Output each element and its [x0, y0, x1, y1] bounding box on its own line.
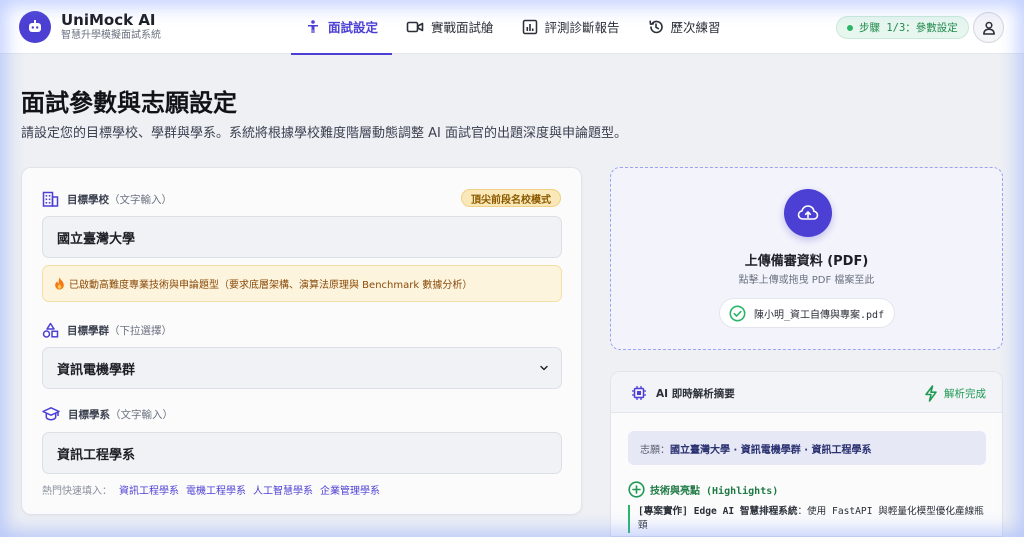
school-input-value: 國立臺灣大學	[57, 231, 136, 247]
graduation-cap-icon	[42, 407, 60, 421]
tab-label: 歷次練習	[670, 20, 721, 35]
step-status-badge: 步驟 1/3：參數設定	[836, 16, 969, 39]
tab-label: 評測診斷報告	[544, 20, 620, 35]
cpu-icon	[632, 386, 646, 400]
quick-pick-link[interactable]: 電機工程學系	[186, 482, 246, 497]
department-field-label: 目標學系 （文字輸入）	[42, 406, 173, 422]
group-select[interactable]: 資訊電機學群	[42, 347, 562, 389]
highlights-title: 技術與亮點 (Highlights)	[628, 481, 778, 498]
department-input-value: 資訊工程學系	[57, 447, 136, 463]
highlight-item: [專案實作] Edge AI 智慧排程系統：使用 FastAPI 與輕量化模型優…	[628, 505, 988, 533]
ai-summary-card: AI 即時解析摘要 解析完成 志願： 國立臺灣大學 · 資訊電機學群 · 資訊工…	[610, 371, 1003, 537]
brand-tagline: 智慧升學模擬面試系統	[61, 30, 161, 41]
elite-mode-badge: 頂尖前段名校模式	[461, 189, 561, 207]
chart-icon	[522, 19, 537, 34]
upload-subtitle: 點擊上傳或拖曳 PDF 檔案至此	[738, 275, 875, 286]
history-icon	[648, 20, 663, 33]
upload-title: 上傳備審資料 (PDF)	[744, 254, 869, 269]
shapes-icon	[42, 322, 59, 338]
tab-diagnosis-report[interactable]: 評測診斷報告	[508, 0, 634, 54]
ai-summary-header: AI 即時解析摘要 解析完成	[611, 372, 1002, 413]
notice-text: 已啟動高難度專業技術與申論題型（要求底層架構、演算法原理與 Benchmark …	[69, 280, 473, 291]
group-select-value: 資訊電機學群	[57, 362, 136, 378]
chevron-down-icon	[540, 365, 548, 371]
plus-circle-icon	[628, 481, 645, 498]
step-badge-label: 步驟 1/3：參數設定	[859, 22, 958, 34]
school-field-label: 目標學校 （文字輸入）	[42, 191, 172, 207]
building-icon	[42, 191, 59, 207]
tab-interview-settings[interactable]: 面試設定	[291, 0, 393, 55]
cloud-upload-icon	[797, 205, 819, 220]
status-dot-icon	[847, 24, 853, 31]
uploaded-file-name: 陳小明_資工自傳與專案.pdf	[754, 309, 885, 321]
quick-pick-link[interactable]: 人工智慧學系	[253, 482, 313, 497]
tab-label: 實戰面試艙	[431, 20, 494, 35]
quick-pick-link[interactable]: 企業管理學系	[320, 482, 380, 497]
upload-button[interactable]	[784, 189, 832, 237]
person-icon	[308, 19, 318, 33]
uploaded-file-chip[interactable]: 陳小明_資工自傳與專案.pdf	[719, 298, 896, 328]
target-wish-summary: 志願： 國立臺灣大學 · 資訊電機學群 · 資訊工程學系	[628, 431, 986, 465]
check-circle-icon	[729, 305, 746, 321]
difficulty-notice: 已啟動高難度專業技術與申論題型（要求底層架構、演算法原理與 Benchmark …	[42, 265, 562, 302]
tab-practice-history[interactable]: 歷次練習	[634, 0, 735, 54]
quick-picks: 熱門快速填入： 資訊工程學系 電機工程學系 人工智慧學系 企業管理學系	[42, 482, 380, 497]
department-input[interactable]: 資訊工程學系	[42, 432, 562, 474]
wish-label: 志願：	[640, 444, 670, 456]
highlight-tag: [專案實作] Edge AI 智慧排程系統	[638, 506, 798, 517]
tab-interview-pod[interactable]: 實戰面試艙	[392, 0, 508, 54]
main-nav: 面試設定 實戰面試艙 評測診斷報告 歷次練習	[291, 0, 735, 55]
user-icon	[982, 21, 995, 35]
ai-summary-title: AI 即時解析摘要	[631, 385, 735, 401]
robot-logo-icon	[19, 10, 51, 43]
video-icon	[406, 21, 424, 32]
lightning-icon	[925, 385, 937, 402]
brand[interactable]: UniMock AI 智慧升學模擬面試系統	[19, 10, 269, 43]
analysis-status: 解析完成	[924, 385, 986, 402]
target-settings-card: 目標學校 （文字輸入） 頂尖前段名校模式 國立臺灣大學 已啟動高難度專業技術與申…	[21, 167, 582, 515]
top-navbar: UniMock AI 智慧升學模擬面試系統 面試設定 實戰面試艙 評測診斷報告 …	[0, 0, 1024, 55]
quick-pick-link[interactable]: 資訊工程學系	[119, 482, 179, 497]
quick-picks-label: 熱門快速填入：	[42, 486, 112, 497]
wish-value: 國立臺灣大學 · 資訊電機學群 · 資訊工程學系	[670, 444, 872, 456]
tab-label: 面試設定	[328, 20, 379, 35]
pdf-upload-dropzone[interactable]: 上傳備審資料 (PDF) 點擊上傳或拖曳 PDF 檔案至此 陳小明_資工自傳與專…	[610, 167, 1003, 350]
user-avatar-button[interactable]	[973, 12, 1004, 43]
page-description: 請設定您的目標學校、學群與學系。系統將根據學校難度階層動態調整 AI 面試官的出…	[21, 126, 627, 141]
fire-icon	[55, 277, 64, 290]
page-title: 面試參數與志願設定	[21, 89, 237, 117]
group-field-label: 目標學群 （下拉選擇）	[42, 322, 172, 339]
school-input[interactable]: 國立臺灣大學	[42, 216, 562, 258]
brand-name: UniMock AI	[61, 11, 156, 29]
